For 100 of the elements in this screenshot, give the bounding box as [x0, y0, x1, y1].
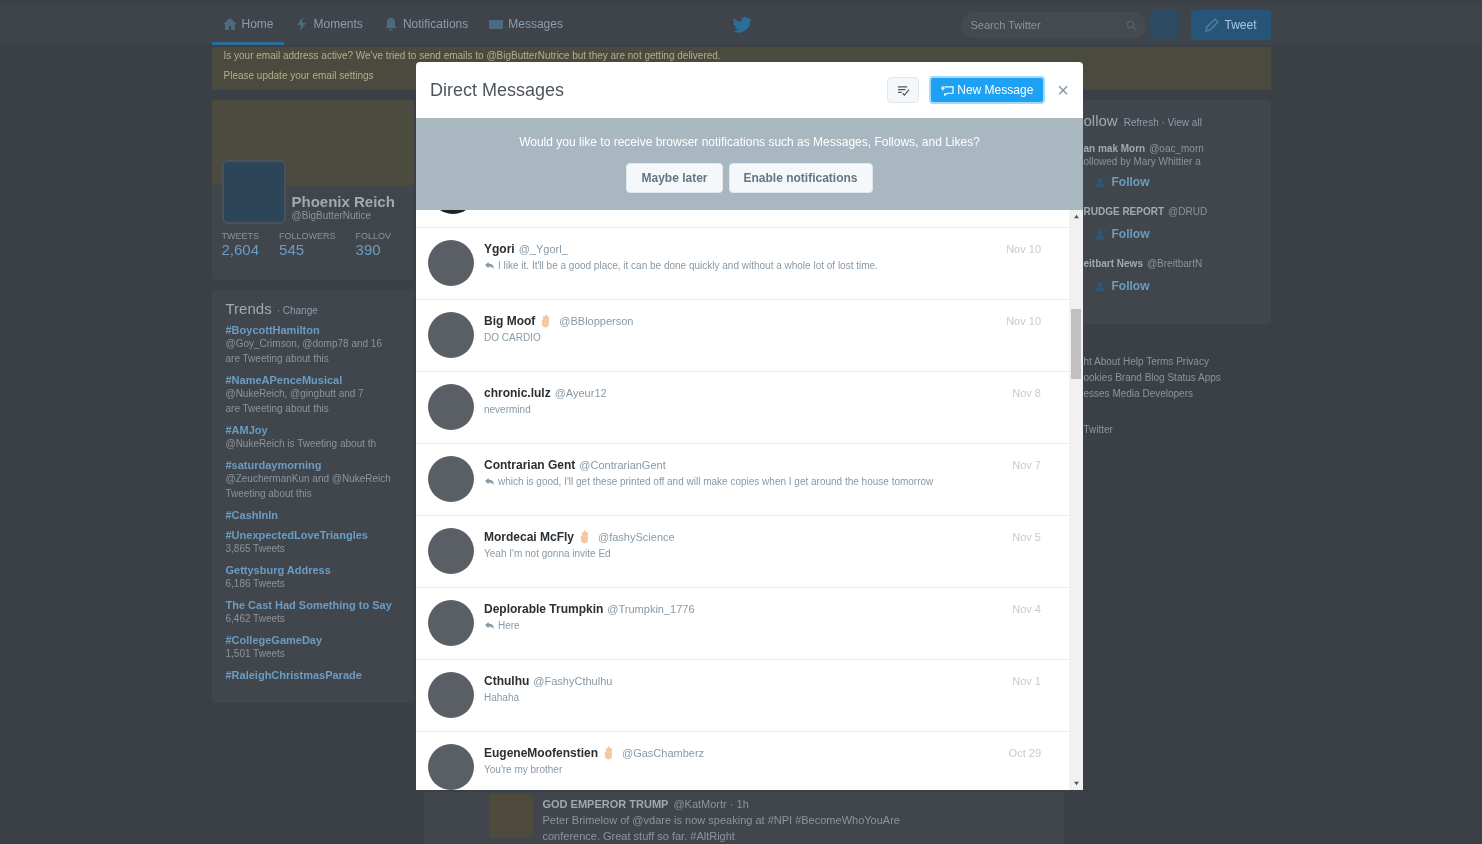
account-handle: @DRUD [1168, 206, 1208, 217]
refresh-link[interactable]: Refresh · View all [1123, 117, 1202, 128]
account-name[interactable]: RUDGE REPORT [1083, 206, 1165, 217]
tweet-button[interactable]: Tweet [1190, 10, 1271, 40]
follow-button[interactable]: Follow [1089, 223, 1154, 245]
message-preview: which is good, I'll get these printed off and will make copies when I get around the house tomorrow [498, 476, 934, 487]
nav-tab[interactable]: Notifications [372, 5, 479, 45]
change-link[interactable]: · Change [276, 305, 318, 316]
tweet-text: Peter Brimelow of @vdare is now speaking at #NPI #BecomeWhoYouAre [542, 813, 900, 828]
sender-name: Big Moof [484, 314, 536, 328]
sender-name: EugeneMoofenstien [484, 746, 598, 760]
new-message-button[interactable]: New Message [929, 76, 1046, 104]
message-date: Nov 4 [1012, 602, 1041, 617]
stat-value[interactable]: 2,604 [221, 241, 260, 258]
compose-icon [1204, 17, 1221, 33]
follow-button[interactable]: Follow [1089, 171, 1154, 193]
prompt-button[interactable]: Maybe later [626, 163, 723, 193]
account-name[interactable]: an mak Morn [1083, 143, 1146, 154]
trend-detail: 6,462 Tweets [225, 612, 286, 626]
avatar-photo [428, 672, 474, 718]
trend-name[interactable]: #NameAPenceMusical [225, 374, 400, 386]
footer-links[interactable]: ht About Help Terms Privacy [1083, 354, 1261, 370]
sender-handle: @BBlopperson [559, 315, 634, 327]
scrollbar[interactable] [1069, 210, 1083, 790]
follow-button[interactable]: Follow [1089, 275, 1154, 297]
trend-name[interactable]: #UnexpectedLoveTriangles [225, 529, 400, 541]
message-preview: Yeah I'm not gonna invite Ed [484, 548, 611, 559]
tweet-author[interactable]: GOD EMPEROR TRUMP [542, 798, 669, 810]
person-plus-icon [1093, 228, 1107, 240]
home-icon [221, 15, 238, 32]
profile-handle: @BigButterNutice [291, 210, 373, 221]
trends-title: Trends [225, 300, 272, 317]
message-preview: You're my brother [484, 764, 563, 775]
scrollbar-thumb[interactable] [1071, 309, 1081, 379]
message-preview: Hahaha [484, 692, 520, 703]
stat-label: FOLLOV [355, 231, 392, 241]
conversation-row[interactable]: EugeneMoofenstien @GasChamberz You're my brother Oct 29 [416, 732, 1069, 790]
tweet-text: conference. Great stuff so far. #AltRight [542, 829, 736, 844]
search-field[interactable]: Search Twitter [960, 12, 1146, 38]
trend-name[interactable]: #CashInIn [225, 509, 400, 521]
sender-name: Deplorable Trumpkin [484, 602, 604, 616]
trend-detail: @ZeuchermanKun and @NukeReich [225, 472, 392, 486]
avatar-photo [428, 456, 474, 502]
tweet-handle: @KatMortr · 1h [673, 798, 749, 810]
stat-value[interactable]: 545 [279, 241, 336, 258]
stat-label: FOLLOWERS [279, 231, 336, 241]
conversation-row[interactable]: Contrarian Gent @ContrarianGent which is good, I'll get these printed off and will make copies when I get around the house tomorrow Nov 7 [416, 444, 1069, 516]
sender-handle: @fashyScience [598, 531, 675, 543]
message-date: Nov 8 [1012, 386, 1041, 401]
trend-detail: Tweeting about this [225, 487, 313, 501]
profile-name: Phoenix Reich [291, 193, 396, 210]
trend-name[interactable]: The Cast Had Something to Say [225, 599, 400, 611]
prompt-text: Would you like to receive browser notifications such as Messages, Follows, and Likes? [519, 135, 980, 149]
nav-tab[interactable]: Messages [478, 5, 573, 45]
footer-links[interactable]: ookies Brand Blog Status Apps [1083, 370, 1261, 386]
avatar-photo [428, 312, 474, 358]
person-plus-icon [1093, 280, 1107, 292]
close-button[interactable]: × [1055, 78, 1071, 102]
sender-handle: @GasChamberz [622, 747, 705, 759]
bird-icon [731, 16, 752, 34]
nav-tab[interactable]: Moments [283, 5, 373, 45]
down-arrow-icon[interactable] [1072, 781, 1080, 786]
message-plus-icon [941, 84, 955, 96]
stat-value[interactable]: 390 [355, 241, 392, 258]
mark-all-read-button[interactable] [887, 77, 920, 103]
avatar-photo [428, 744, 474, 790]
sender-handle: @Trumpkin_1776 [607, 603, 695, 615]
up-arrow-icon[interactable] [1072, 214, 1080, 219]
trend-name[interactable]: #RaleighChristmasParade [225, 669, 400, 681]
trend-name[interactable]: #BoycottHamilton [225, 324, 400, 336]
prompt-button[interactable]: Enable notifications [728, 163, 873, 193]
conversation-row[interactable]: Deplorable Trumpkin @Trumpkin_1776 Here Nov 4 [416, 588, 1069, 660]
stat-label: TWEETS [221, 231, 260, 241]
avatar-photo [428, 600, 474, 646]
trend-detail: 6,186 Tweets [225, 577, 286, 591]
account-note: ollowed by Mary Whittier a [1083, 156, 1202, 167]
trend-detail: 3,865 Tweets [225, 542, 286, 556]
banner-text: Is your email address active? We've tried to send emails to @BigButterNutrice but they are not getting delivered. [223, 50, 721, 62]
trend-name[interactable]: Gettysburg Address [225, 564, 400, 576]
trend-detail: are Tweeting about this [225, 352, 330, 366]
conversation-row[interactable]: chronic.lulz @Ayeur12 nevermind Nov 8 [416, 372, 1069, 444]
message-preview: nevermind [484, 404, 531, 415]
footer-links[interactable]: esses Media Developers [1083, 386, 1261, 402]
sender-handle: @_Ygorl_ [518, 243, 568, 255]
trend-name[interactable]: #CollegeGameDay [225, 634, 400, 646]
trend-detail: @NukeReich is Tweeting about th [225, 437, 378, 451]
trend-name[interactable]: #AMJoy [225, 424, 400, 436]
sender-handle: @ContrarianGent [579, 459, 666, 471]
banner-text: Please update your email settings [223, 70, 374, 82]
sender-name: chronic.lulz [484, 386, 551, 400]
message-date: Oct 29 [1008, 746, 1041, 761]
sender-name: Ygori [484, 242, 515, 256]
person-plus-icon [1093, 176, 1107, 188]
account-name[interactable]: eitbart News [1083, 258, 1143, 269]
sender-handle: @Ayeur12 [554, 387, 607, 399]
trend-name[interactable]: #saturdaymorning [225, 459, 400, 471]
account-handle: @BreitbartN [1146, 258, 1203, 269]
avatar-photo [428, 528, 474, 574]
sender-name: Contrarian Gent [484, 458, 576, 472]
profile-photo-placeholder [221, 160, 286, 224]
